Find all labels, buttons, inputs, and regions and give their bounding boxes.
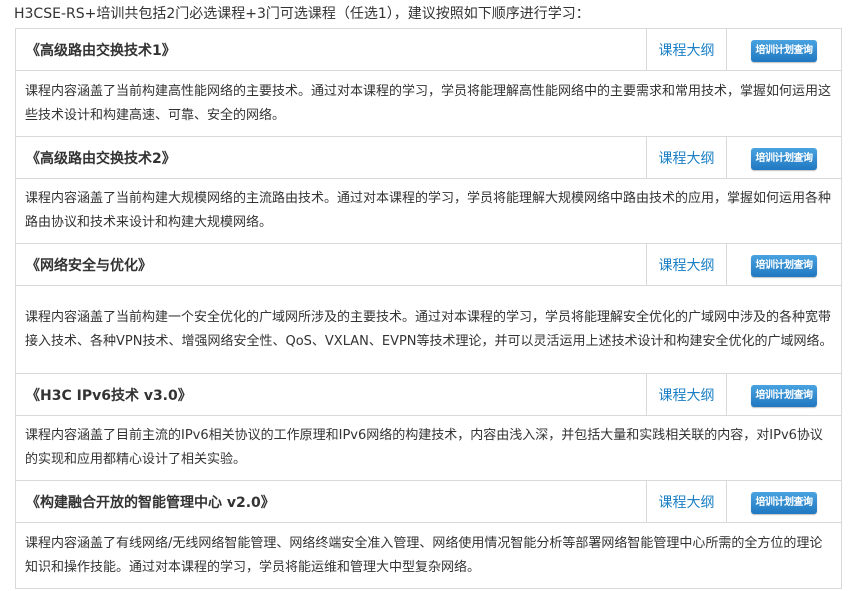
training-plan-button[interactable]: 培训计划查询 xyxy=(751,384,817,407)
course-description: 课程内容涵盖了有线网络/无线网络智能管理、网络终端安全准入管理、网络使用情况智能… xyxy=(15,522,842,589)
syllabus-link[interactable]: 课程大纲 xyxy=(659,43,715,59)
training-plan-button[interactable]: 培训计划查询 xyxy=(751,254,817,277)
course-description: 课程内容涵盖了目前主流的IPv6相关协议的工作原理和IPv6网络的构建技术，内容… xyxy=(15,415,842,481)
intro-text: H3CSE-RS+培训共包括2门必选课程+3门可选课程（任选1），建议按照如下顺… xyxy=(14,6,590,22)
course-title-row: 《高级路由交换技术2》 课程大纲 培训计划查询 xyxy=(15,136,842,179)
course-description-row: 课程内容涵盖了目前主流的IPv6相关协议的工作原理和IPv6网络的构建技术，内容… xyxy=(15,415,842,481)
course-description-row: 课程内容涵盖了当前构建大规模网络的主流路由技术。通过对本课程的学习，学员将能理解… xyxy=(15,178,842,244)
course-title-row: 《构建融合开放的智能管理中心 v2.0》 课程大纲 培训计划查询 xyxy=(15,480,842,523)
course-description-row: 课程内容涵盖了当前构建高性能网络的主要技术。通过对本课程的学习，学员将能理解高性… xyxy=(15,70,842,137)
course-description-row: 课程内容涵盖了当前构建一个安全优化的广域网所涉及的主要技术。通过对本课程的学习，… xyxy=(15,285,842,374)
training-plan-button[interactable]: 培训计划查询 xyxy=(751,491,817,514)
training-plan-button[interactable]: 培训计划查询 xyxy=(751,39,817,62)
course-description: 课程内容涵盖了当前构建高性能网络的主要技术。通过对本课程的学习，学员将能理解高性… xyxy=(15,70,842,137)
course-title-row: 《高级路由交换技术1》 课程大纲 培训计划查询 xyxy=(15,28,842,71)
course-title: 《高级路由交换技术1》 xyxy=(15,28,647,71)
course-table: 《高级路由交换技术1》 课程大纲 培训计划查询 课程内容涵盖了当前构建高性能网络… xyxy=(15,28,842,589)
training-plan-button[interactable]: 培训计划查询 xyxy=(751,147,817,170)
syllabus-link[interactable]: 课程大纲 xyxy=(659,258,715,274)
course-title-row: 《H3C IPv6技术 v3.0》 课程大纲 培训计划查询 xyxy=(15,373,842,416)
course-description-row: 课程内容涵盖了有线网络/无线网络智能管理、网络终端安全准入管理、网络使用情况智能… xyxy=(15,522,842,589)
syllabus-link[interactable]: 课程大纲 xyxy=(659,388,715,404)
syllabus-link[interactable]: 课程大纲 xyxy=(659,495,715,511)
course-title: 《H3C IPv6技术 v3.0》 xyxy=(15,373,647,416)
course-title: 《高级路由交换技术2》 xyxy=(15,136,647,179)
course-title-row: 《网络安全与优化》 课程大纲 培训计划查询 xyxy=(15,243,842,286)
course-description: 课程内容涵盖了当前构建一个安全优化的广域网所涉及的主要技术。通过对本课程的学习，… xyxy=(15,285,842,374)
course-description: 课程内容涵盖了当前构建大规模网络的主流路由技术。通过对本课程的学习，学员将能理解… xyxy=(15,178,842,244)
syllabus-link[interactable]: 课程大纲 xyxy=(659,151,715,167)
course-title: 《网络安全与优化》 xyxy=(15,243,647,286)
course-title: 《构建融合开放的智能管理中心 v2.0》 xyxy=(15,480,647,523)
